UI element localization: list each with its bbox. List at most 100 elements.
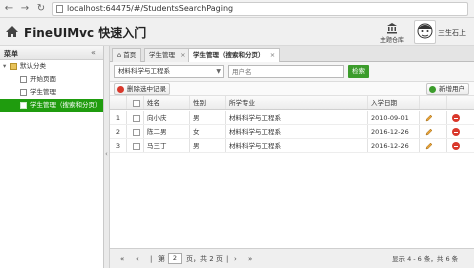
tree-root[interactable]: ▾ 默认分类 xyxy=(0,60,103,73)
edit-cell[interactable] xyxy=(420,125,447,138)
page-prefix: 第 xyxy=(158,255,165,263)
delete-icon[interactable] xyxy=(452,114,460,122)
row-number: 2 xyxy=(110,125,127,138)
pager: « ‹ | 第 2 页，共 2 页 | › » 显示 4 - 6 条，共 6 条 xyxy=(110,248,474,268)
row-checkbox[interactable] xyxy=(133,142,140,150)
next-page-button[interactable]: › xyxy=(234,253,237,265)
pencil-icon[interactable] xyxy=(425,114,433,122)
row-checkbox-cell[interactable] xyxy=(127,125,144,138)
cell-gender: 男 xyxy=(190,139,226,152)
bank-icon xyxy=(387,23,397,34)
page-suffix: 页，共 2 页 xyxy=(186,255,223,263)
delete-cell[interactable] xyxy=(447,111,474,124)
row-checkbox-cell[interactable] xyxy=(127,139,144,152)
page-icon xyxy=(20,76,27,83)
back-icon[interactable]: ← xyxy=(2,2,16,16)
chevron-left-icon[interactable]: ‹ xyxy=(105,150,108,158)
tab-students[interactable]: 学生管理 × xyxy=(144,48,191,62)
column-header-name[interactable]: 姓名 xyxy=(144,96,190,109)
table-row[interactable]: 2 陈二男 女 材料科学与工程系 2016-12-26 xyxy=(110,125,474,139)
collapse-menu-icon[interactable]: « xyxy=(91,48,96,57)
cell-date: 2010-09-01 xyxy=(368,111,420,124)
column-header-edit xyxy=(420,96,447,109)
menu-title: 菜单 xyxy=(4,50,18,58)
table-row[interactable]: 1 向小庆 男 材料科学与工程系 2010-09-01 xyxy=(110,111,474,125)
prev-page-button[interactable]: ‹ xyxy=(136,253,139,265)
column-header-gender[interactable]: 性别 xyxy=(190,96,226,109)
search-toolbar: 材料科学与工程系 ▼ 检索 xyxy=(110,62,474,82)
sidebar-item-label: 学生管理（搜索和分页） xyxy=(30,101,102,109)
edit-cell[interactable] xyxy=(420,111,447,124)
delete-icon[interactable] xyxy=(452,128,460,136)
cell-major: 材料科学与工程系 xyxy=(226,139,368,152)
search-input[interactable] xyxy=(229,66,343,77)
theme-button[interactable]: 主题仓库 xyxy=(374,20,410,44)
row-checkbox[interactable] xyxy=(133,114,140,122)
url-field[interactable]: localhost:64475/#/StudentsSearchPaging xyxy=(52,2,468,16)
forward-icon[interactable]: → xyxy=(18,2,32,16)
last-page-button[interactable]: » xyxy=(248,253,252,265)
reload-icon[interactable]: ↻ xyxy=(34,2,48,16)
table-row[interactable]: 3 马三丁 男 材料科学与工程系 2016-12-26 xyxy=(110,139,474,153)
select-all-checkbox[interactable] xyxy=(133,99,140,107)
students-grid: 姓名 性别 所学专业 入学日期 1 向小庆 男 材料科学与工程系 2010-09… xyxy=(110,96,474,248)
tab-home[interactable]: ⌂ 首页 xyxy=(112,48,142,62)
pencil-icon[interactable] xyxy=(425,128,433,136)
column-header-major[interactable]: 所学专业 xyxy=(226,96,368,109)
page-icon xyxy=(56,5,63,13)
chevron-down-icon: ▼ xyxy=(216,68,221,75)
sidebar-item-students-search-paging[interactable]: 学生管理（搜索和分页） xyxy=(0,99,103,112)
edit-cell[interactable] xyxy=(420,139,447,152)
avatar-face-icon xyxy=(417,23,433,39)
close-icon[interactable]: × xyxy=(270,51,275,59)
tab-label: 学生管理 xyxy=(149,51,175,59)
delete-selected-button[interactable]: 删除选中记录 xyxy=(114,83,170,95)
tree-toggle-icon[interactable]: ▾ xyxy=(3,60,6,73)
row-number-header xyxy=(110,96,127,109)
delete-selected-label: 删除选中记录 xyxy=(127,85,166,93)
pager-summary: 显示 4 - 6 条，共 6 条 xyxy=(392,255,459,263)
column-header-delete xyxy=(447,96,474,109)
cell-date: 2016-12-26 xyxy=(368,125,420,138)
cell-gender: 男 xyxy=(190,111,226,124)
row-checkbox-cell[interactable] xyxy=(127,111,144,124)
home-icon[interactable] xyxy=(5,25,19,38)
tree-root-label: 默认分类 xyxy=(20,62,46,70)
row-number: 3 xyxy=(110,139,127,152)
tab-label: 学生管理（搜索和分页） xyxy=(193,51,265,59)
user-name[interactable]: 三生石上 xyxy=(438,28,466,38)
sidebar-item-label: 学生管理 xyxy=(30,88,56,96)
pencil-icon[interactable] xyxy=(425,142,433,150)
row-checkbox[interactable] xyxy=(133,128,140,136)
sidebar-item-start-page[interactable]: 开始页面 xyxy=(0,73,103,86)
delete-cell[interactable] xyxy=(447,125,474,138)
page-number-input[interactable]: 2 xyxy=(168,253,182,264)
search-button[interactable]: 检索 xyxy=(348,65,369,78)
app-title: FineUIMvc 快速入门 xyxy=(24,26,147,40)
folder-icon xyxy=(10,63,17,70)
sidebar-item-label: 开始页面 xyxy=(30,75,56,83)
tab-students-search-paging[interactable]: 学生管理（搜索和分页） × xyxy=(188,48,281,63)
delete-cell[interactable] xyxy=(447,139,474,152)
add-user-button[interactable]: 新增用户 xyxy=(426,83,469,95)
major-select[interactable]: 材料科学与工程系 ▼ xyxy=(114,65,224,78)
first-page-button[interactable]: « xyxy=(120,253,124,265)
grid-header: 姓名 性别 所学专业 入学日期 xyxy=(110,96,474,110)
page-icon xyxy=(20,102,27,109)
cell-gender: 女 xyxy=(190,125,226,138)
tab-label: 首页 xyxy=(123,51,137,59)
close-icon[interactable]: × xyxy=(180,51,185,59)
avatar[interactable] xyxy=(414,20,436,44)
pager-separator: | xyxy=(150,255,153,263)
add-user-label: 新增用户 xyxy=(439,85,465,93)
sidebar-item-students[interactable]: 学生管理 xyxy=(0,86,103,99)
major-select-value: 材料科学与工程系 xyxy=(118,67,170,75)
url-text: localhost:64475/#/StudentsSearchPaging xyxy=(67,4,234,13)
page-icon xyxy=(20,89,27,96)
column-header-date[interactable]: 入学日期 xyxy=(368,96,420,109)
menu-panel: 菜单 « ▾ 默认分类 开始页面 学生管理 学生管理（搜索和分页） xyxy=(0,46,104,268)
delete-icon[interactable] xyxy=(452,142,460,150)
browser-address-bar: ← → ↻ localhost:64475/#/StudentsSearchPa… xyxy=(0,0,474,18)
cell-name: 马三丁 xyxy=(144,139,190,152)
select-all-header[interactable] xyxy=(127,96,144,109)
